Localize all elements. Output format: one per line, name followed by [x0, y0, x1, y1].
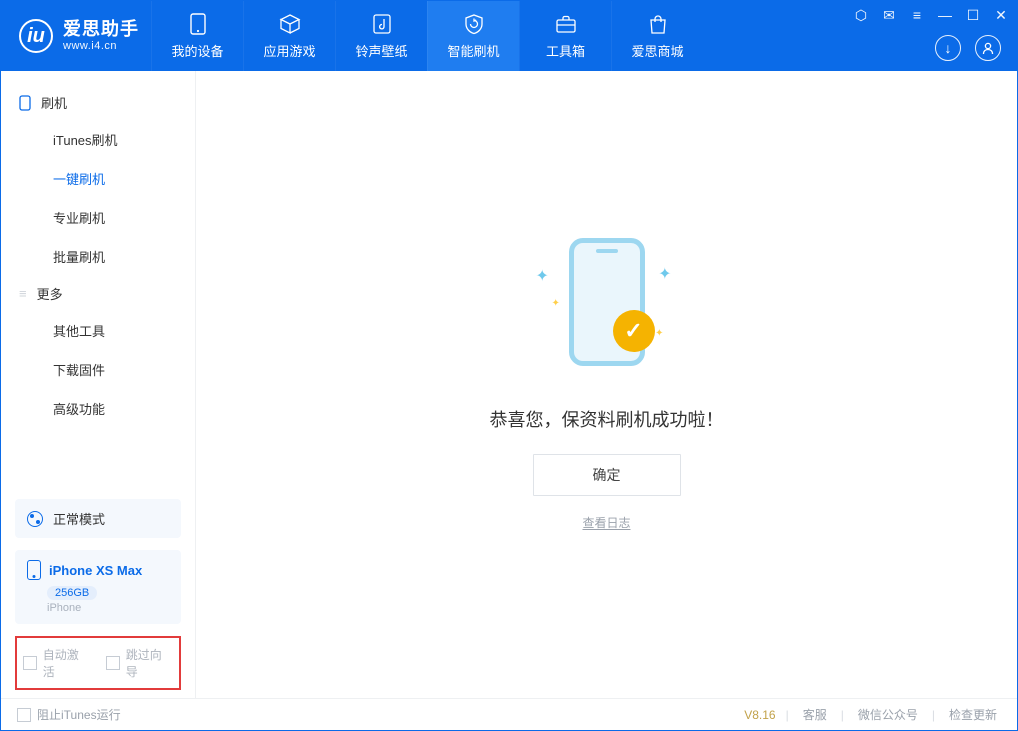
success-message: 恭喜您，保资料刷机成功啦！: [490, 406, 724, 432]
checkbox-block-itunes[interactable]: 阻止iTunes运行: [17, 706, 121, 723]
device-mode-card[interactable]: 正常模式: [15, 499, 181, 538]
bag-icon: [647, 13, 669, 35]
sparkle-icon: ✦: [658, 264, 671, 284]
tab-apps[interactable]: 应用游戏: [243, 1, 335, 71]
tab-store[interactable]: 爱思商城: [611, 1, 703, 71]
logo-text: 爱思助手 www.i4.cn: [63, 19, 139, 52]
section-title: 更多: [37, 284, 63, 303]
tab-label: 工具箱: [546, 41, 585, 60]
checkbox-label: 阻止iTunes运行: [37, 706, 121, 723]
app-window: iu 爱思助手 www.i4.cn 我的设备 应用游戏 铃声壁纸 智能刷机: [0, 0, 1018, 731]
sidebar-item-firmware[interactable]: 下载固件: [1, 350, 195, 389]
device-capacity: 256GB: [47, 586, 97, 600]
tshirt-icon[interactable]: ⬡: [853, 7, 869, 24]
phone-icon: [187, 13, 209, 35]
main-content: ✦ ✦ ✦ ✦ ✓ 恭喜您，保资料刷机成功啦！ 确定 查看日志: [196, 71, 1017, 698]
mode-label: 正常模式: [53, 509, 105, 528]
sidebar-item-other-tools[interactable]: 其他工具: [1, 311, 195, 350]
sidebar-item-itunes[interactable]: iTunes刷机: [1, 120, 195, 159]
sidebar: 刷机 iTunes刷机 一键刷机 专业刷机 批量刷机 ≡ 更多 其他工具 下载固…: [1, 71, 196, 698]
music-note-icon: [371, 13, 393, 35]
nav-tabs: 我的设备 应用游戏 铃声壁纸 智能刷机 工具箱 爱思商城: [151, 1, 703, 71]
tab-my-device[interactable]: 我的设备: [151, 1, 243, 71]
cube-icon: [279, 13, 301, 35]
device-phone-icon: [27, 560, 41, 580]
checkbox-skip-guide[interactable]: 跳过向导: [106, 646, 173, 680]
phone-small-icon: [19, 95, 31, 111]
refresh-shield-icon: [463, 13, 485, 35]
checkbox-icon: [23, 656, 37, 670]
checkbox-label: 跳过向导: [126, 646, 173, 680]
tab-label: 我的设备: [171, 41, 223, 60]
device-card[interactable]: iPhone XS Max 256GB iPhone: [15, 550, 181, 624]
sidebar-section-more: ≡ 更多: [1, 276, 195, 311]
checkbox-auto-activate[interactable]: 自动激活: [23, 646, 90, 680]
close-icon[interactable]: ✕: [993, 7, 1009, 24]
window-controls: ⬡ ✉ ≡ — ☐ ✕: [853, 7, 1009, 24]
footer-link-support[interactable]: 客服: [799, 706, 831, 723]
view-log-link[interactable]: 查看日志: [490, 514, 724, 531]
menu-icon[interactable]: ≡: [909, 7, 925, 24]
tab-toolbox[interactable]: 工具箱: [519, 1, 611, 71]
tab-smart-flash[interactable]: 智能刷机: [427, 1, 519, 71]
version-label: V8.16: [744, 708, 775, 722]
list-icon: ≡: [19, 286, 27, 301]
body: 刷机 iTunes刷机 一键刷机 专业刷机 批量刷机 ≡ 更多 其他工具 下载固…: [1, 71, 1017, 698]
sidebar-item-pro[interactable]: 专业刷机: [1, 198, 195, 237]
device-name: iPhone XS Max: [49, 563, 142, 578]
sidebar-item-oneclick[interactable]: 一键刷机: [1, 159, 195, 198]
user-button[interactable]: [975, 35, 1001, 61]
sparkle-icon: ✦: [655, 328, 663, 339]
flash-options-highlight: 自动激活 跳过向导: [15, 636, 181, 690]
toolbox-icon: [555, 13, 577, 35]
section-title: 刷机: [41, 93, 67, 112]
tab-label: 智能刷机: [447, 41, 499, 60]
sidebar-item-advanced[interactable]: 高级功能: [1, 389, 195, 428]
tab-label: 铃声壁纸: [355, 41, 407, 60]
checkbox-icon: [106, 656, 120, 670]
tab-ringtone[interactable]: 铃声壁纸: [335, 1, 427, 71]
footer-link-update[interactable]: 检查更新: [945, 706, 1001, 723]
checkbox-label: 自动激活: [43, 646, 90, 680]
mode-icon: [27, 511, 43, 527]
header: iu 爱思助手 www.i4.cn 我的设备 应用游戏 铃声壁纸 智能刷机: [1, 1, 1017, 71]
footer: 阻止iTunes运行 V8.16 | 客服 | 微信公众号 | 检查更新: [1, 698, 1017, 730]
download-button[interactable]: ↓: [935, 35, 961, 61]
sidebar-section-flash: 刷机: [1, 85, 195, 120]
ok-button[interactable]: 确定: [533, 454, 681, 496]
tab-label: 爱思商城: [631, 41, 683, 60]
success-illustration: ✦ ✦ ✦ ✦ ✓: [492, 238, 722, 388]
sidebar-item-batch[interactable]: 批量刷机: [1, 237, 195, 276]
check-badge-icon: ✓: [613, 310, 655, 352]
minimize-icon[interactable]: —: [937, 7, 953, 24]
header-circle-buttons: ↓: [935, 35, 1001, 61]
feedback-icon[interactable]: ✉: [881, 7, 897, 24]
success-panel: ✦ ✦ ✦ ✦ ✓ 恭喜您，保资料刷机成功啦！ 确定 查看日志: [490, 238, 724, 531]
checkbox-icon: [17, 708, 31, 722]
sparkle-icon: ✦: [536, 266, 549, 286]
app-title: 爱思助手: [63, 19, 139, 40]
footer-link-wechat[interactable]: 微信公众号: [854, 706, 922, 723]
app-subtitle: www.i4.cn: [63, 40, 139, 53]
logo-area: iu 爱思助手 www.i4.cn: [1, 1, 151, 71]
maximize-icon[interactable]: ☐: [965, 7, 981, 24]
tab-label: 应用游戏: [263, 41, 315, 60]
sparkle-icon: ✦: [552, 298, 560, 309]
app-logo-icon: iu: [19, 19, 53, 53]
device-type: iPhone: [47, 602, 169, 614]
